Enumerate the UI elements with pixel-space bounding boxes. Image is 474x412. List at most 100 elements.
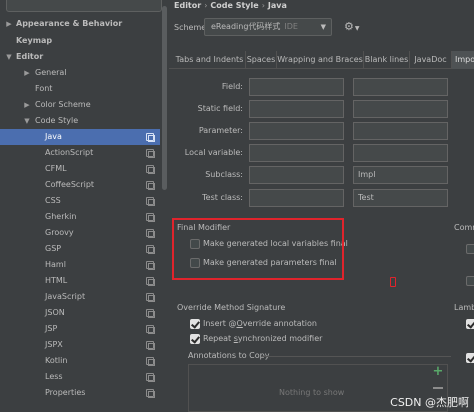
subclass-suffix-input[interactable]: Impl — [353, 166, 448, 184]
tree-item-label: JSON — [45, 308, 65, 317]
section-divider — [261, 356, 451, 357]
comments-option-checkbox[interactable] — [466, 244, 474, 254]
expand-arrow-icon[interactable]: ▶ — [22, 97, 32, 113]
lambda-option-checkbox[interactable] — [466, 353, 474, 363]
tree-item-color-scheme[interactable]: ▶ Color Scheme — [0, 97, 160, 113]
insert-override-checkbox[interactable] — [190, 319, 200, 329]
tree-item-gherkin[interactable]: Gherkin — [0, 209, 160, 225]
tree-item-css[interactable]: CSS — [0, 193, 160, 209]
tab-imports[interactable]: Impo — [452, 51, 474, 69]
tree-item-label: Kotlin — [45, 356, 68, 365]
tree-item-label: Properties — [45, 388, 86, 397]
add-icon[interactable]: + — [432, 365, 444, 378]
expand-arrow-icon[interactable]: ▶ — [22, 65, 32, 81]
code-style-panel: Editor › Code Style › Java Scheme: eReading代… — [169, 0, 474, 412]
field-suffix-input[interactable] — [353, 78, 448, 96]
tree-item-label: GSP — [45, 244, 62, 253]
tab-tabs-and-indents[interactable]: Tabs and Indents — [174, 51, 246, 69]
override-signature-title: Override Method Signature — [177, 303, 286, 312]
watermark: CSDN @杰肥啊 — [390, 396, 469, 409]
scheme-value: eReading代码样式 — [211, 22, 281, 31]
tree-item-general[interactable]: ▶ General — [0, 65, 160, 81]
tree-item-coffeescript[interactable]: CoffeeScript — [0, 177, 160, 193]
settings-tree: ▶ Appearance & Behavior Keymap ▼ Editor … — [0, 0, 168, 412]
tree-item-groovy[interactable]: Groovy — [0, 225, 160, 241]
breadcrumb-separator: › — [261, 1, 265, 10]
copy-icon — [146, 149, 155, 158]
subclass-prefix-input[interactable] — [249, 166, 344, 184]
test-class-prefix-input[interactable] — [249, 189, 344, 207]
tree-item-label: CSS — [45, 196, 61, 205]
lambda-section-title: Lamb — [454, 303, 474, 312]
tree-item-editor[interactable]: ▼ Editor — [0, 49, 160, 65]
copy-icon — [146, 229, 155, 238]
static-field-label: Static field: — [197, 104, 243, 113]
parameter-suffix-input[interactable] — [353, 122, 448, 140]
copy-icon — [146, 373, 155, 382]
tree-item-jsp[interactable]: JSP — [0, 321, 160, 337]
expand-arrow-icon[interactable]: ▶ — [4, 16, 14, 32]
remove-icon[interactable] — [433, 387, 443, 389]
tree-item-keymap[interactable]: Keymap — [0, 33, 160, 49]
tree-item-label: CoffeeScript — [45, 180, 95, 189]
tree-item-javascript[interactable]: JavaScript — [0, 289, 160, 305]
tab-javadoc[interactable]: JavaDoc — [410, 51, 452, 69]
tree-item-label: Appearance & Behavior — [16, 19, 123, 28]
tree-item-json[interactable]: JSON — [0, 305, 160, 321]
lambda-option-checkbox[interactable] — [466, 319, 474, 329]
field-prefix-input[interactable] — [249, 78, 344, 96]
scheme-dropdown[interactable]: eReading代码样式 IDE ▼ — [204, 18, 332, 36]
tab-blank-lines[interactable]: Blank lines — [364, 51, 410, 69]
tree-item-code-style[interactable]: ▼ Code Style — [0, 113, 160, 129]
tree-item-java[interactable]: Java — [0, 129, 160, 145]
tree-item-label: Code Style — [35, 116, 79, 125]
parameter-label: Parameter: — [198, 126, 243, 135]
settings-search-input[interactable] — [6, 0, 162, 12]
tree-item-label: JSP — [45, 324, 58, 333]
tree-item-label: JSPX — [45, 340, 63, 349]
breadcrumb-editor: Editor — [174, 1, 202, 10]
tab-wrapping-and-braces[interactable]: Wrapping and Braces — [277, 51, 364, 69]
tree-item-less[interactable]: Less — [0, 369, 160, 385]
copy-icon — [146, 133, 155, 142]
highlight-box — [172, 218, 344, 280]
comments-option-checkbox[interactable] — [466, 276, 474, 286]
collapse-arrow-icon[interactable]: ▼ — [4, 49, 14, 65]
breadcrumb-code-style: Code Style — [210, 1, 259, 10]
scheme-actions-button[interactable]: ⚙▼ — [344, 18, 360, 36]
tree-item-label: CFML — [45, 164, 67, 173]
local-variable-prefix-input[interactable] — [249, 144, 344, 162]
tree-scrollbar-thumb[interactable] — [162, 6, 167, 190]
tree-item-gsp[interactable]: GSP — [0, 241, 160, 257]
tree-item-font[interactable]: Font — [0, 81, 160, 97]
tree-item-properties[interactable]: Properties — [0, 385, 160, 401]
local-variable-suffix-input[interactable] — [353, 144, 448, 162]
repeat-synchronized-checkbox[interactable] — [190, 334, 200, 344]
gear-icon: ⚙ — [344, 20, 354, 33]
copy-icon — [146, 181, 155, 190]
tree-item-haml[interactable]: Haml — [0, 257, 160, 273]
insert-override-label[interactable]: Insert @Override annotation — [203, 318, 317, 330]
comments-section-title: Comm — [454, 223, 474, 232]
static-field-prefix-input[interactable] — [249, 100, 344, 118]
code-style-tabs: Tabs and Indents Spaces Wrapping and Bra… — [169, 51, 474, 69]
tree-item-label: Gherkin — [45, 212, 77, 221]
collapse-arrow-icon[interactable]: ▼ — [22, 113, 32, 129]
tree-item-label: Groovy — [45, 228, 74, 237]
tab-spaces[interactable]: Spaces — [246, 51, 277, 69]
tree-item-label: Less — [45, 372, 63, 381]
tree-item-jspx[interactable]: JSPX — [0, 337, 160, 353]
static-field-suffix-input[interactable] — [353, 100, 448, 118]
copy-icon — [146, 341, 155, 350]
copy-icon — [146, 213, 155, 222]
tree-item-label: JavaScript — [45, 292, 86, 301]
tree-item-appearance-behavior[interactable]: ▶ Appearance & Behavior — [0, 16, 160, 32]
parameter-prefix-input[interactable] — [249, 122, 344, 140]
tree-item-html[interactable]: HTML — [0, 273, 160, 289]
repeat-synchronized-label[interactable]: Repeat synchronized modifier — [203, 333, 322, 345]
test-class-suffix-input[interactable]: Test — [353, 189, 448, 207]
tree-item-label: Editor — [16, 52, 44, 61]
tree-item-actionscript[interactable]: ActionScript — [0, 145, 160, 161]
tree-item-cfml[interactable]: CFML — [0, 161, 160, 177]
tree-item-kotlin[interactable]: Kotlin — [0, 353, 160, 369]
